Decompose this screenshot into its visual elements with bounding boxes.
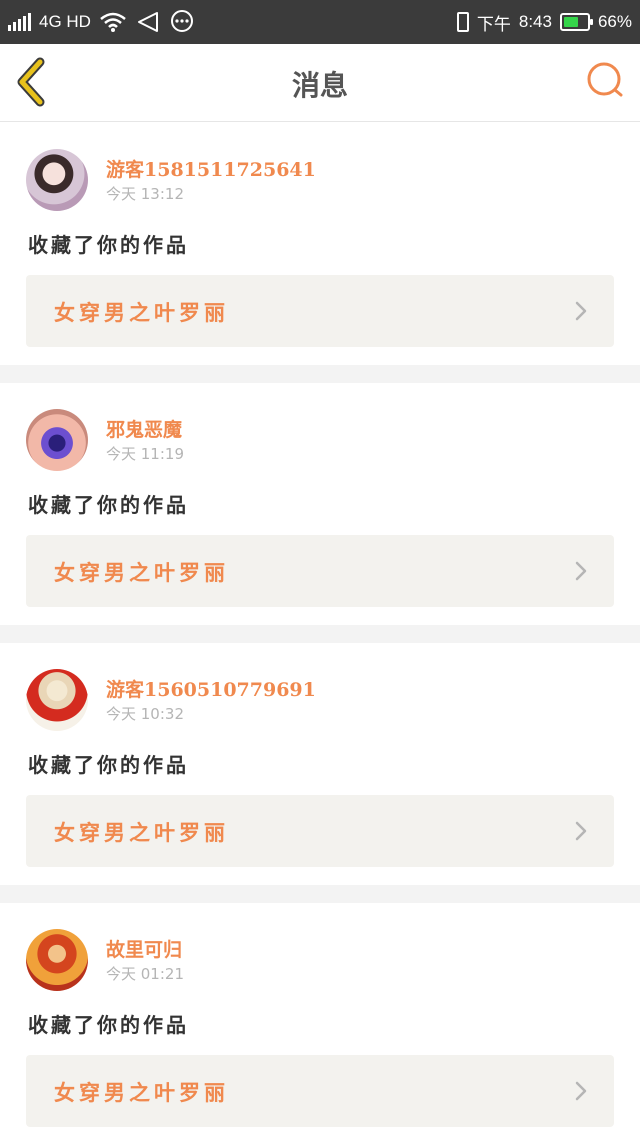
work-title: 女穿男之叶罗丽 <box>54 1080 229 1105</box>
work-link[interactable]: 女穿男之叶罗丽 <box>26 535 614 607</box>
message-time: 今天 13:12 <box>106 185 184 203</box>
status-time: 8:43 <box>518 12 552 31</box>
work-link[interactable]: 女穿男之叶罗丽 <box>26 795 614 867</box>
message-action: 收藏了你的作品 <box>28 753 189 777</box>
message-time: 今天 01:21 <box>106 965 184 983</box>
card-divider <box>0 365 640 383</box>
battery-percent: 66% <box>597 12 632 31</box>
signal-icon <box>8 13 31 31</box>
message-username[interactable]: 故里可归 <box>106 935 182 962</box>
work-link[interactable]: 女穿男之叶罗丽 <box>26 275 614 347</box>
work-title: 女穿男之叶罗丽 <box>54 560 229 585</box>
status-left: 4G HD <box>8 10 195 34</box>
chevron-right-icon <box>575 561 587 581</box>
app-header: 消息 <box>0 44 640 122</box>
battery-icon <box>559 13 593 31</box>
card-divider <box>0 885 640 903</box>
chevron-right-icon <box>575 821 587 841</box>
work-title: 女穿男之叶罗丽 <box>54 820 229 845</box>
message-action: 收藏了你的作品 <box>28 1013 189 1037</box>
page-title: 消息 <box>291 69 348 102</box>
card-divider <box>0 625 640 643</box>
work-title: 女穿男之叶罗丽 <box>54 300 229 325</box>
user-avatar[interactable] <box>26 409 88 471</box>
battery-fill <box>563 17 579 27</box>
status-right: 下午 8:43 66% <box>456 10 632 35</box>
notification-sound-icon <box>137 12 158 32</box>
status-carrier: 下午 <box>476 14 511 34</box>
search-icon <box>587 62 623 97</box>
message-username[interactable]: 游客1560510779691 <box>106 675 316 702</box>
chevron-right-icon <box>575 301 587 321</box>
message-username[interactable]: 游客1581511725641 <box>106 155 316 182</box>
message-card: 故里可归 今天 01:21 收藏了你的作品 女穿男之叶罗丽 <box>0 903 640 1138</box>
message-action: 收藏了你的作品 <box>28 233 189 257</box>
message-time: 今天 10:32 <box>106 705 184 723</box>
search-button[interactable] <box>584 58 628 102</box>
chat-notification-icon <box>170 10 193 32</box>
chevron-right-icon <box>575 1081 587 1101</box>
status-bar: 4G HD 下午 8:43 66% <box>0 0 640 44</box>
wifi-icon <box>100 12 126 32</box>
message-time: 今天 11:19 <box>106 445 184 463</box>
message-action: 收藏了你的作品 <box>28 493 189 517</box>
message-card: 邪鬼恶魔 今天 11:19 收藏了你的作品 女穿男之叶罗丽 <box>0 383 640 625</box>
user-avatar[interactable] <box>26 929 88 991</box>
network-type: 4G HD <box>39 12 91 31</box>
user-avatar[interactable] <box>26 149 88 211</box>
message-card: 游客1581511725641 今天 13:12 收藏了你的作品 女穿男之叶罗丽 <box>0 123 640 365</box>
message-username[interactable]: 邪鬼恶魔 <box>106 415 182 442</box>
vibrate-icon <box>456 12 469 32</box>
message-card: 游客1560510779691 今天 10:32 收藏了你的作品 女穿男之叶罗丽 <box>0 643 640 885</box>
work-link[interactable]: 女穿男之叶罗丽 <box>26 1055 614 1127</box>
user-avatar[interactable] <box>26 669 88 731</box>
